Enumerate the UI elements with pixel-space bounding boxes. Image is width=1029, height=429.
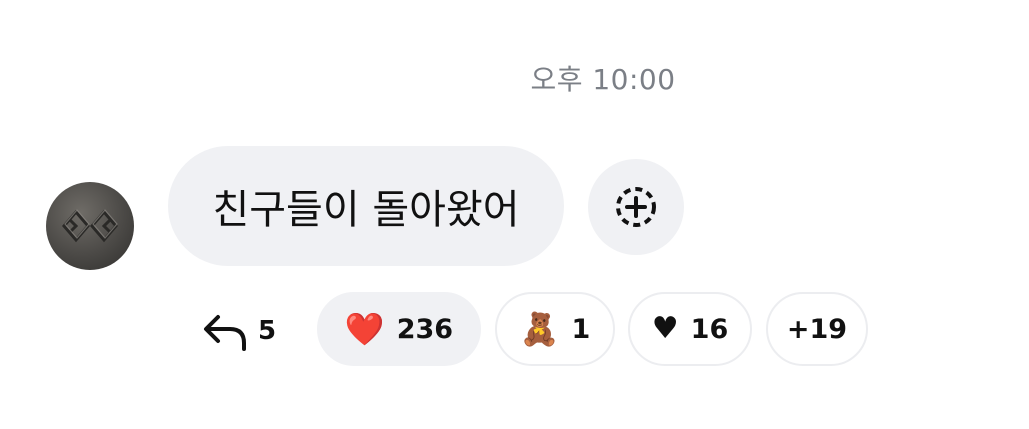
teddy-bear-emoji: 🧸: [519, 310, 560, 348]
message-text: 친구들이 돌아왔어: [212, 187, 520, 233]
sender-avatar[interactable]: [46, 182, 134, 270]
more-reactions-count: +19: [786, 313, 848, 345]
reaction-teddy-bear-button[interactable]: 🧸 1: [495, 292, 615, 366]
reaction-heart-button[interactable]: ❤️ 236: [317, 292, 481, 366]
black-heart-icon: ♥: [651, 311, 679, 346]
add-reaction-button[interactable]: [588, 159, 684, 255]
red-heart-emoji: ❤️: [344, 310, 385, 348]
message-bubble[interactable]: 친구들이 돌아왔어: [168, 146, 564, 266]
reply-button[interactable]: 5: [200, 304, 276, 358]
dashed-circle-plus-icon: [616, 187, 656, 227]
reaction-count: 236: [396, 313, 454, 345]
reply-count: 5: [258, 316, 277, 346]
reply-arrow-icon: [204, 315, 246, 351]
reaction-count: 16: [690, 313, 729, 345]
reaction-black-heart-button[interactable]: ♥ 16: [628, 292, 752, 366]
reaction-count: 1: [571, 313, 591, 345]
more-reactions-button[interactable]: +19: [766, 292, 868, 366]
exo-logo-icon: [62, 209, 118, 243]
message-timestamp: 오후 10:00: [530, 63, 676, 96]
